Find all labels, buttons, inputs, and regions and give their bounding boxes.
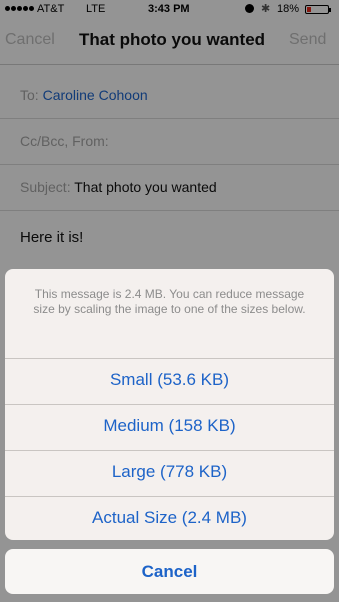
action-sheet-message: This message is 2.4 MB. You can reduce m… [33, 287, 306, 316]
size-option-medium[interactable]: Medium (158 KB) [5, 404, 334, 448]
size-option-large[interactable]: Large (778 KB) [5, 450, 334, 494]
action-sheet-cancel-button[interactable]: Cancel [5, 549, 334, 594]
size-option-actual[interactable]: Actual Size (2.4 MB) [5, 496, 334, 540]
image-size-action-sheet: This message is 2.4 MB. You can reduce m… [5, 269, 334, 540]
size-option-small[interactable]: Small (53.6 KB) [5, 358, 334, 402]
